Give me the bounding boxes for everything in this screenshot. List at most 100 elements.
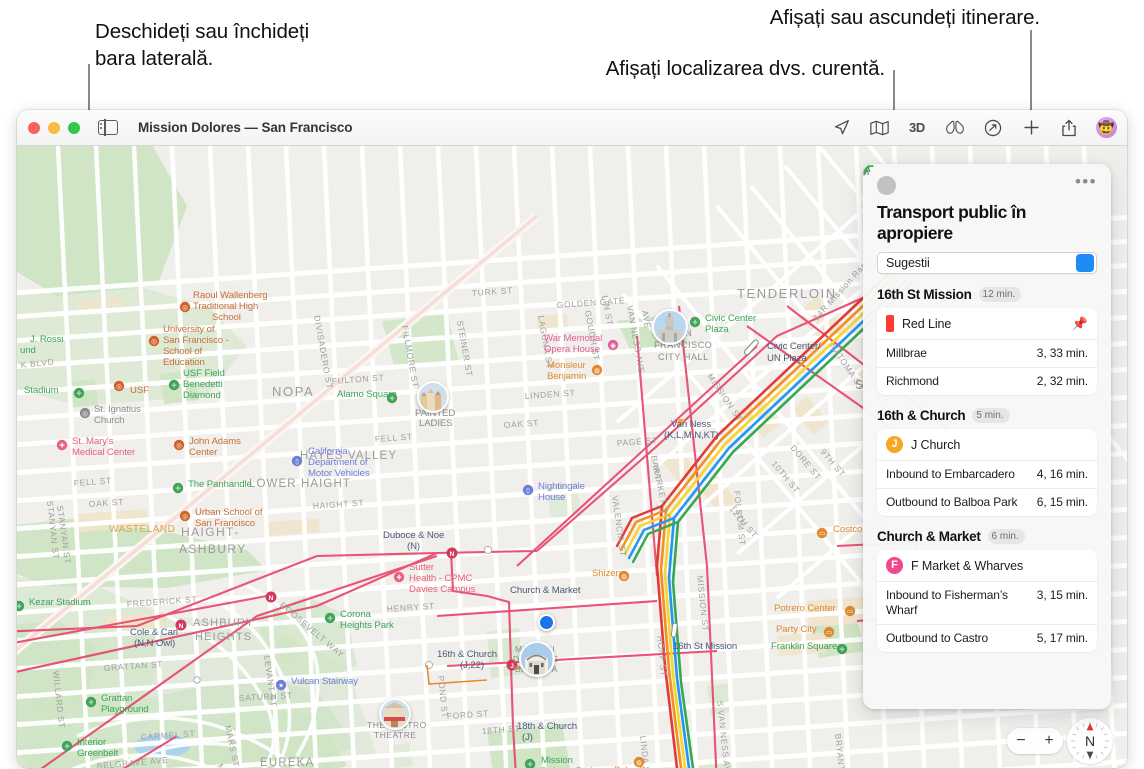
map-poi-icon[interactable]: ✚	[56, 439, 68, 451]
route-header[interactable]: Red Line 📌	[877, 308, 1097, 339]
map-marker-painted-ladies[interactable]	[417, 381, 449, 413]
map-marker-mission-dolores-basilica[interactable]	[519, 641, 555, 677]
transit-filter-select[interactable]: Sugestii	[877, 252, 1097, 274]
binoculars-icon[interactable]	[944, 117, 966, 139]
map-label: MARS ST	[223, 724, 242, 768]
svg-text:✛: ✛	[692, 319, 697, 326]
map-poi-icon[interactable]: ▭	[844, 605, 856, 617]
departure-row[interactable]: Richmond 2, 32 min.	[863, 165, 1097, 395]
walk-time-badge: 6 min.	[863, 164, 1025, 544]
close-icon[interactable]	[863, 164, 896, 195]
more-options-icon[interactable]: •••	[1075, 173, 1097, 192]
map-label: Urban School of	[195, 507, 263, 518]
map-poi-icon[interactable]: ✛	[324, 612, 336, 624]
transit-route-card[interactable]: Red Line 📌 Millbrae 3, 33 min. Richmond 2…	[863, 165, 1097, 395]
departure-row[interactable]: Outbound to Castro 5, 17 min.	[863, 165, 1097, 652]
map-label: Plaza	[705, 324, 729, 335]
three-d-icon[interactable]: 3D	[906, 117, 928, 139]
departure-row[interactable]: Inbound to Fisherman’s Wharf 3, 15 min.	[863, 165, 1097, 624]
map-poi-icon[interactable]: ▭	[823, 626, 835, 638]
map-marker-castro-theatre[interactable]	[379, 698, 411, 730]
map-canvas[interactable]: N N N J TURK ST GOLDEN GATE FULTON ST FELL …	[17, 146, 1127, 768]
map-label: Greenbelt	[77, 748, 119, 759]
map-marker-city-hall[interactable]	[652, 309, 688, 345]
map-label: FELL ST	[73, 475, 112, 488]
map-label: HEIGHTS	[195, 631, 252, 643]
zoom-controls[interactable]: − +	[1007, 728, 1063, 754]
map-poi-icon[interactable]: ✛	[61, 740, 73, 752]
map-label: Vulcan Stairway	[291, 676, 358, 687]
map-poi-icon[interactable]: ◎	[148, 335, 160, 347]
sidebar-toggle-icon[interactable]	[98, 119, 118, 136]
map-poi-icon[interactable]: ◎	[79, 407, 91, 419]
map-poi-icon[interactable]: ✛	[172, 482, 184, 494]
map-poi-icon[interactable]: ▯	[291, 455, 303, 467]
departure-time: 3, 33 min.	[1036, 346, 1088, 360]
map-label: Church	[94, 415, 124, 426]
directions-icon[interactable]	[982, 117, 1004, 139]
map-label: FELL ST	[374, 431, 413, 444]
share-icon[interactable]	[1058, 117, 1080, 139]
map-poi-icon[interactable]: ✛	[85, 696, 97, 708]
transit-stop-header: Church & Market 6 min.	[863, 164, 1097, 544]
transit-route-card[interactable]: F F Market & Wharves Inbound to Fisherman…	[863, 165, 1097, 652]
map-label: Potrero Center	[774, 603, 836, 614]
map-poi-icon[interactable]: ✛	[689, 316, 701, 328]
map-label: VALENCIA ST	[610, 495, 629, 558]
zoom-out-button[interactable]: −	[1016, 733, 1025, 749]
departure-row[interactable]: Outbound to Balboa Park 6, 15 min.	[863, 165, 1097, 516]
map-label: S VAN NESS AVE	[715, 700, 733, 768]
transit-stop-name: 16th & Church	[877, 408, 966, 423]
map-poi-icon[interactable]: ◉	[607, 339, 619, 351]
compass-control[interactable]: N	[1067, 718, 1113, 764]
map-label: Center	[189, 447, 218, 458]
map-poi-icon[interactable]: ◍	[618, 570, 630, 582]
map-poi-icon[interactable]: ✛	[168, 379, 180, 391]
map-poi-icon[interactable]: ✛	[836, 643, 848, 655]
pin-icon[interactable]: 📌	[1072, 317, 1088, 330]
map-label: Stadium	[24, 385, 59, 396]
close-window-button[interactable]	[28, 121, 40, 134]
avatar[interactable]: 🤠	[1096, 117, 1117, 138]
plus-icon[interactable]	[1020, 117, 1042, 139]
map-label: 10TH ST	[769, 459, 802, 495]
map-poi-icon[interactable]: ◎	[179, 301, 191, 313]
map-poi-icon[interactable]: ✛	[73, 387, 85, 399]
map-label: TENDERLOIN	[737, 286, 837, 301]
svg-text:✛: ✛	[171, 382, 176, 389]
map-poi-icon[interactable]: ◎	[173, 439, 185, 451]
svg-text:◎: ◎	[182, 304, 188, 311]
map-poi-icon[interactable]: ◍	[591, 364, 603, 376]
map-label: CASTRO	[372, 766, 434, 768]
zoom-in-button[interactable]: +	[1044, 733, 1053, 749]
departure-row[interactable]: Inbound to Embarcadero 4, 16 min.	[863, 165, 1097, 488]
location-arrow-icon[interactable]	[830, 117, 852, 139]
map-poi-icon[interactable]: ◎	[113, 380, 125, 392]
departure-row[interactable]: Millbrae 3, 33 min.	[863, 165, 1097, 367]
map-poi-icon[interactable]: ✛	[17, 600, 25, 612]
map-poi-icon[interactable]: ▭	[816, 527, 828, 539]
departure-destination: Outbound to Balboa Park	[886, 495, 1018, 509]
transit-route-card[interactable]: J J Church Inbound to Embarcadero 4, 16 m…	[863, 165, 1097, 516]
map-poi-icon[interactable]: ★	[275, 679, 287, 691]
route-header[interactable]: J J Church	[877, 429, 1097, 460]
minimize-window-button[interactable]	[48, 121, 60, 134]
map-poi-icon[interactable]: ✚	[393, 571, 405, 583]
map-poi-icon[interactable]: ✛	[386, 392, 398, 404]
svg-text:◍: ◍	[636, 759, 642, 766]
window-title: Mission Dolores — San Francisco	[138, 120, 353, 135]
map-poi-icon[interactable]: ✛	[524, 758, 536, 768]
svg-text:◍: ◍	[594, 367, 600, 374]
map-poi-icon[interactable]: ▯	[522, 484, 534, 496]
route-letter-badge: J	[886, 436, 903, 453]
route-name: J Church	[911, 437, 961, 452]
map-layers-icon[interactable]	[868, 117, 890, 139]
map-label: CITY HALL	[658, 352, 709, 362]
route-header[interactable]: F F Market & Wharves	[877, 550, 1097, 581]
map-poi-icon[interactable]: ◍	[633, 756, 645, 768]
map-label: TURK ST	[471, 285, 513, 298]
map-poi-icon[interactable]: ◎	[179, 510, 191, 522]
map-label: Health - CPMC	[409, 573, 472, 584]
transit-sections: 16th St Mission 12 min. Red Line 📌 Millbr…	[863, 164, 1097, 652]
zoom-window-button[interactable]	[68, 121, 80, 134]
